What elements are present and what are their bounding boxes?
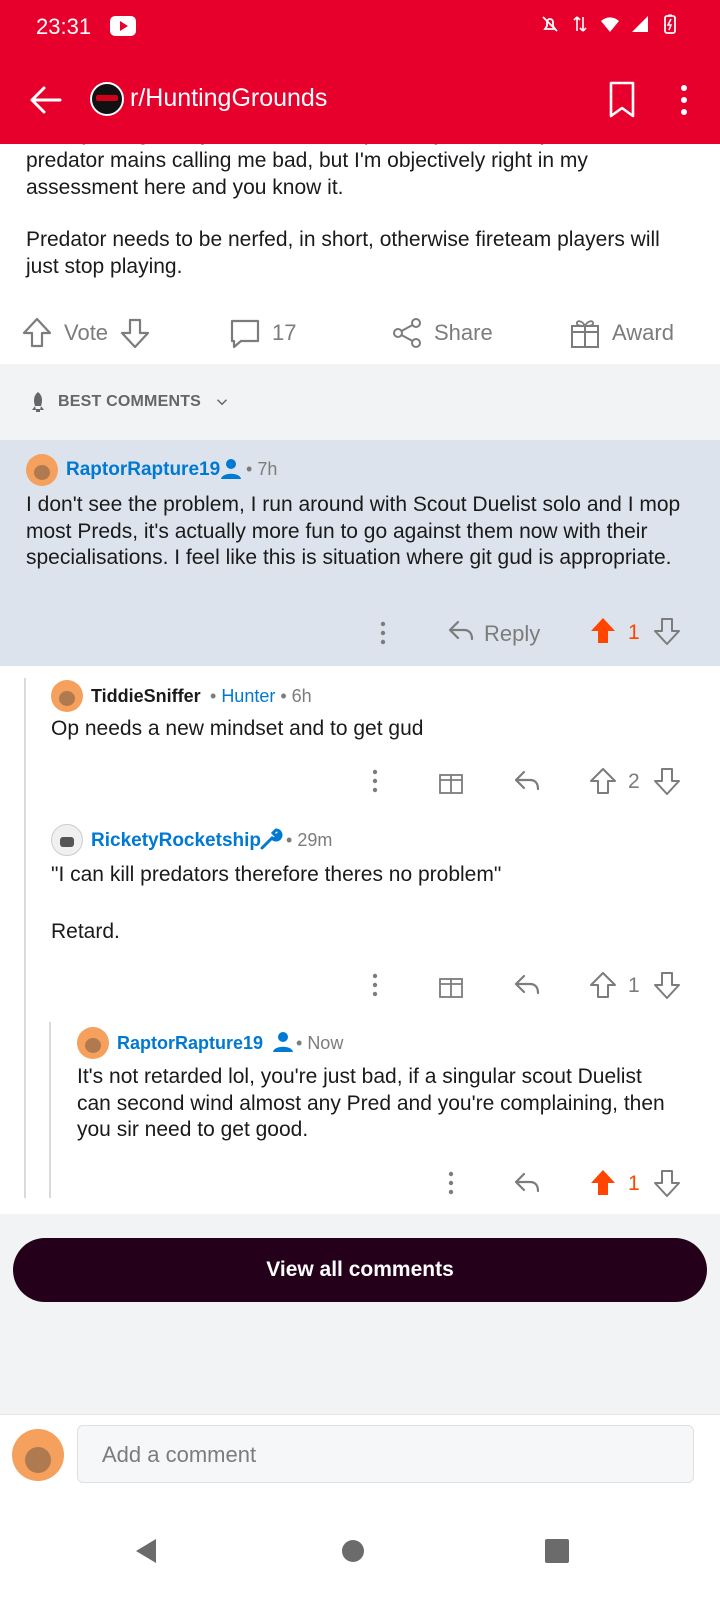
award-button[interactable]: Award [568,316,674,350]
post-body: predator mains calling me bad, but I'm o… [26,148,696,280]
downvote-icon[interactable] [652,1168,682,1198]
gift-icon[interactable] [436,970,466,1000]
app-bar: r/HuntingGrounds [0,68,720,132]
downvote-icon[interactable] [652,970,682,1000]
award-label: Award [612,320,674,345]
data-arrows-icon [573,16,587,32]
user-flair: Hunter [221,686,276,706]
upvote-icon[interactable] [20,316,54,350]
upvote-icon[interactable] [588,970,618,1000]
avatar[interactable] [51,680,83,712]
downvote-icon[interactable] [652,766,682,796]
downvote-icon[interactable] [652,616,682,646]
user-avatar[interactable] [12,1429,64,1481]
more-options-icon[interactable] [672,82,696,118]
comment-bubble-icon [230,319,260,349]
reply-arrow-icon[interactable] [512,766,542,796]
comment-composer: Add a comment [0,1414,720,1506]
status-time: 23:31 [36,14,92,39]
comment-author[interactable]: RaptorRapture19 [66,459,220,481]
signal-icon [632,16,648,32]
post-paragraph: predator mains calling me bad, but I'm o… [26,149,588,199]
upvote-filled-icon[interactable] [588,616,618,646]
thread-line [24,678,26,1198]
wifi-icon [601,17,619,32]
reply-thread: TiddieSniffer • Hunter • 6h Op needs a n… [0,666,720,1214]
comment-text: "I can kill predators therefore theres n… [51,863,502,886]
view-all-comments-button[interactable]: View all comments [13,1238,707,1302]
comment-count: 17 [272,320,297,345]
post-action-bar: Vote 17 Share Award [0,306,720,362]
op-person-icon [221,459,241,479]
upvote-icon[interactable] [588,766,618,796]
back-arrow-icon[interactable] [26,80,66,120]
thread-line [49,1022,51,1198]
highlighted-comment: RaptorRapture19 • 7h I don't see the pro… [0,440,720,666]
nav-recents-icon[interactable] [542,1536,572,1566]
upvote-filled-icon[interactable] [588,1168,618,1198]
rocket-icon [32,392,44,412]
reply-button[interactable]: Reply [484,621,540,647]
reply-arrow-icon[interactable] [512,1168,542,1198]
nav-back-icon[interactable] [132,1536,162,1566]
comment-score: 1 [628,974,640,997]
comment-score: 1 [628,1172,640,1195]
nav-home-icon[interactable] [338,1536,368,1566]
top-bar: 23:31 r/HuntingGrounds [0,0,720,144]
avatar[interactable] [77,1027,109,1059]
op-person-icon [273,1032,293,1052]
bookmark-icon[interactable] [606,80,638,120]
avatar[interactable] [51,824,83,856]
comment-time: Now [307,1033,344,1053]
share-button[interactable]: Share [390,316,493,350]
chevron-down-icon [217,399,228,406]
comment-more-icon[interactable] [360,970,390,1000]
sort-label: BEST COMMENTS [58,393,202,410]
comments-button[interactable]: 17 [228,316,296,350]
subreddit-icon[interactable] [90,82,124,116]
comment-more-icon[interactable] [360,766,390,796]
comment-text: It's not retarded lol, you're just bad, … [77,1065,665,1141]
battery-icon [664,14,676,34]
share-label: Share [434,320,493,345]
status-bar: 23:31 [0,0,720,56]
comment-author[interactable]: RicketyRocketship [91,830,261,852]
post-paragraph: Predator needs to be nerfed, in short, o… [26,228,660,278]
vote-group: Vote [20,316,152,350]
comment-text: Retard. [51,920,120,943]
comment-text: I don't see the problem, I run around wi… [26,493,681,569]
mute-icon [542,16,558,32]
comment-score: 1 [628,621,640,644]
share-icon [393,318,421,348]
comments-section: BEST COMMENTS RaptorRapture19 • 7h I don… [0,364,720,1414]
comment-time: 7h [257,459,278,479]
comment-more-icon[interactable] [436,1168,466,1198]
comment-score: 2 [628,770,640,793]
reply-arrow-icon[interactable] [446,616,476,646]
comment-text: Op needs a new mindset and to get gud [51,717,424,740]
subreddit-name[interactable]: r/HuntingGrounds [130,84,327,113]
wrench-icon [260,828,283,850]
sort-dropdown[interactable]: BEST COMMENTS [26,390,231,414]
comment-time: 29m [297,830,333,850]
add-comment-input[interactable]: Add a comment [77,1425,694,1483]
comment-author[interactable]: TiddieSniffer [91,686,201,707]
gift-icon[interactable] [436,766,466,796]
gift-icon [571,320,599,348]
vote-label: Vote [64,320,109,345]
avatar[interactable] [26,454,58,486]
comment-time: 6h [291,686,312,706]
youtube-notification-icon [110,16,136,36]
reply-arrow-icon[interactable] [512,970,542,1000]
downvote-icon[interactable] [118,316,152,350]
comment-more-icon[interactable] [368,618,398,648]
comment-author[interactable]: RaptorRapture19 [117,1033,263,1054]
system-icons [540,14,680,34]
system-nav-bar [0,1506,720,1600]
